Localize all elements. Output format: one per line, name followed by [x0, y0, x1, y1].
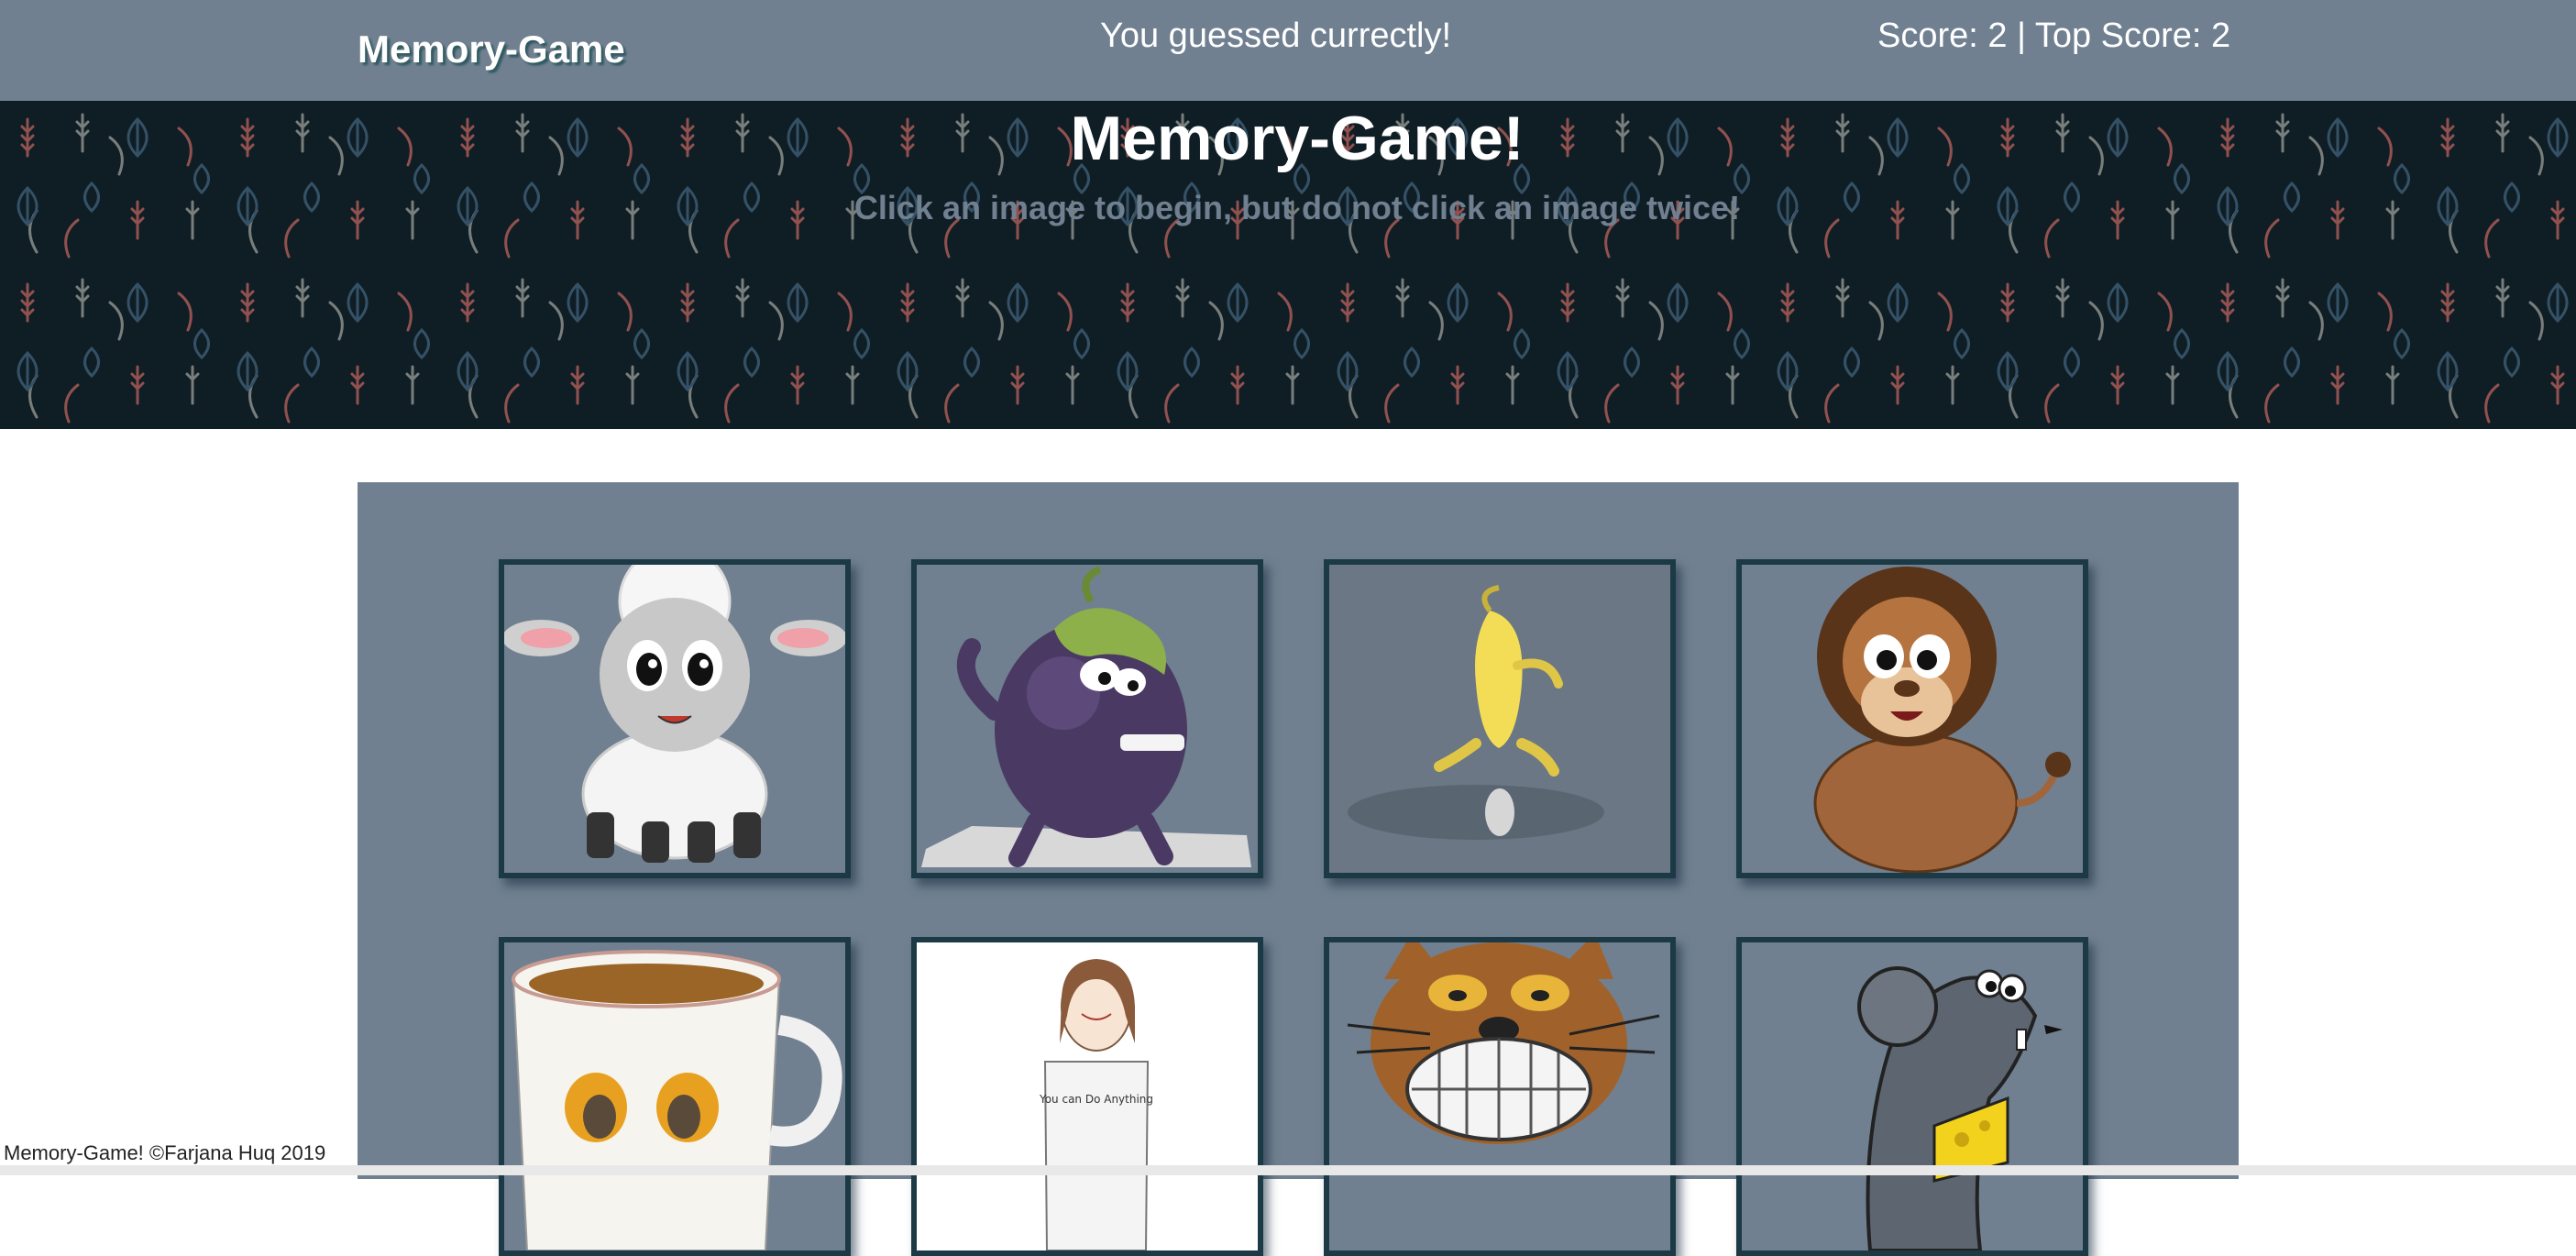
navbar: Memory-Game You guessed currectly! Score… — [0, 0, 2576, 101]
rat-card[interactable] — [1736, 937, 2088, 1256]
hero-banner: Memory-Game! Click an image to begin, bu… — [0, 101, 2576, 429]
eggplant-image — [917, 565, 1258, 873]
sheep-image — [504, 565, 845, 873]
hero-title: Memory-Game! — [1070, 104, 1525, 173]
sheep-card[interactable] — [499, 559, 851, 878]
cards-container: You can Do Anything — [358, 482, 2239, 1256]
banana-card[interactable] — [1324, 559, 1676, 878]
bottom-bar — [0, 1165, 2576, 1175]
shirt-text: You can Do Anything — [1039, 1093, 1153, 1106]
eggplant-card[interactable] — [911, 559, 1263, 878]
score-display: Score: 2 | Top Score: 2 — [1877, 17, 2231, 55]
cat-card[interactable] — [1324, 937, 1676, 1256]
lion-image — [1742, 565, 2083, 873]
cat-image — [1329, 942, 1670, 1250]
coffee-cup-image — [504, 942, 845, 1250]
girl-image: You can Do Anything — [917, 942, 1258, 1250]
banana-image — [1329, 565, 1670, 873]
lion-card[interactable] — [1736, 559, 2088, 878]
girl-card[interactable]: You can Do Anything — [911, 937, 1263, 1256]
footer-text: Memory-Game! ©Farjana Huq 2019 — [4, 1141, 326, 1164]
brand-link[interactable]: Memory-Game — [358, 28, 625, 72]
rat-image — [1742, 942, 2083, 1250]
guess-message: You guessed currectly! — [1100, 17, 1452, 55]
hero-subtitle: Click an image to begin, but do not clic… — [853, 189, 1741, 226]
coffee-cup-card[interactable] — [499, 937, 851, 1256]
